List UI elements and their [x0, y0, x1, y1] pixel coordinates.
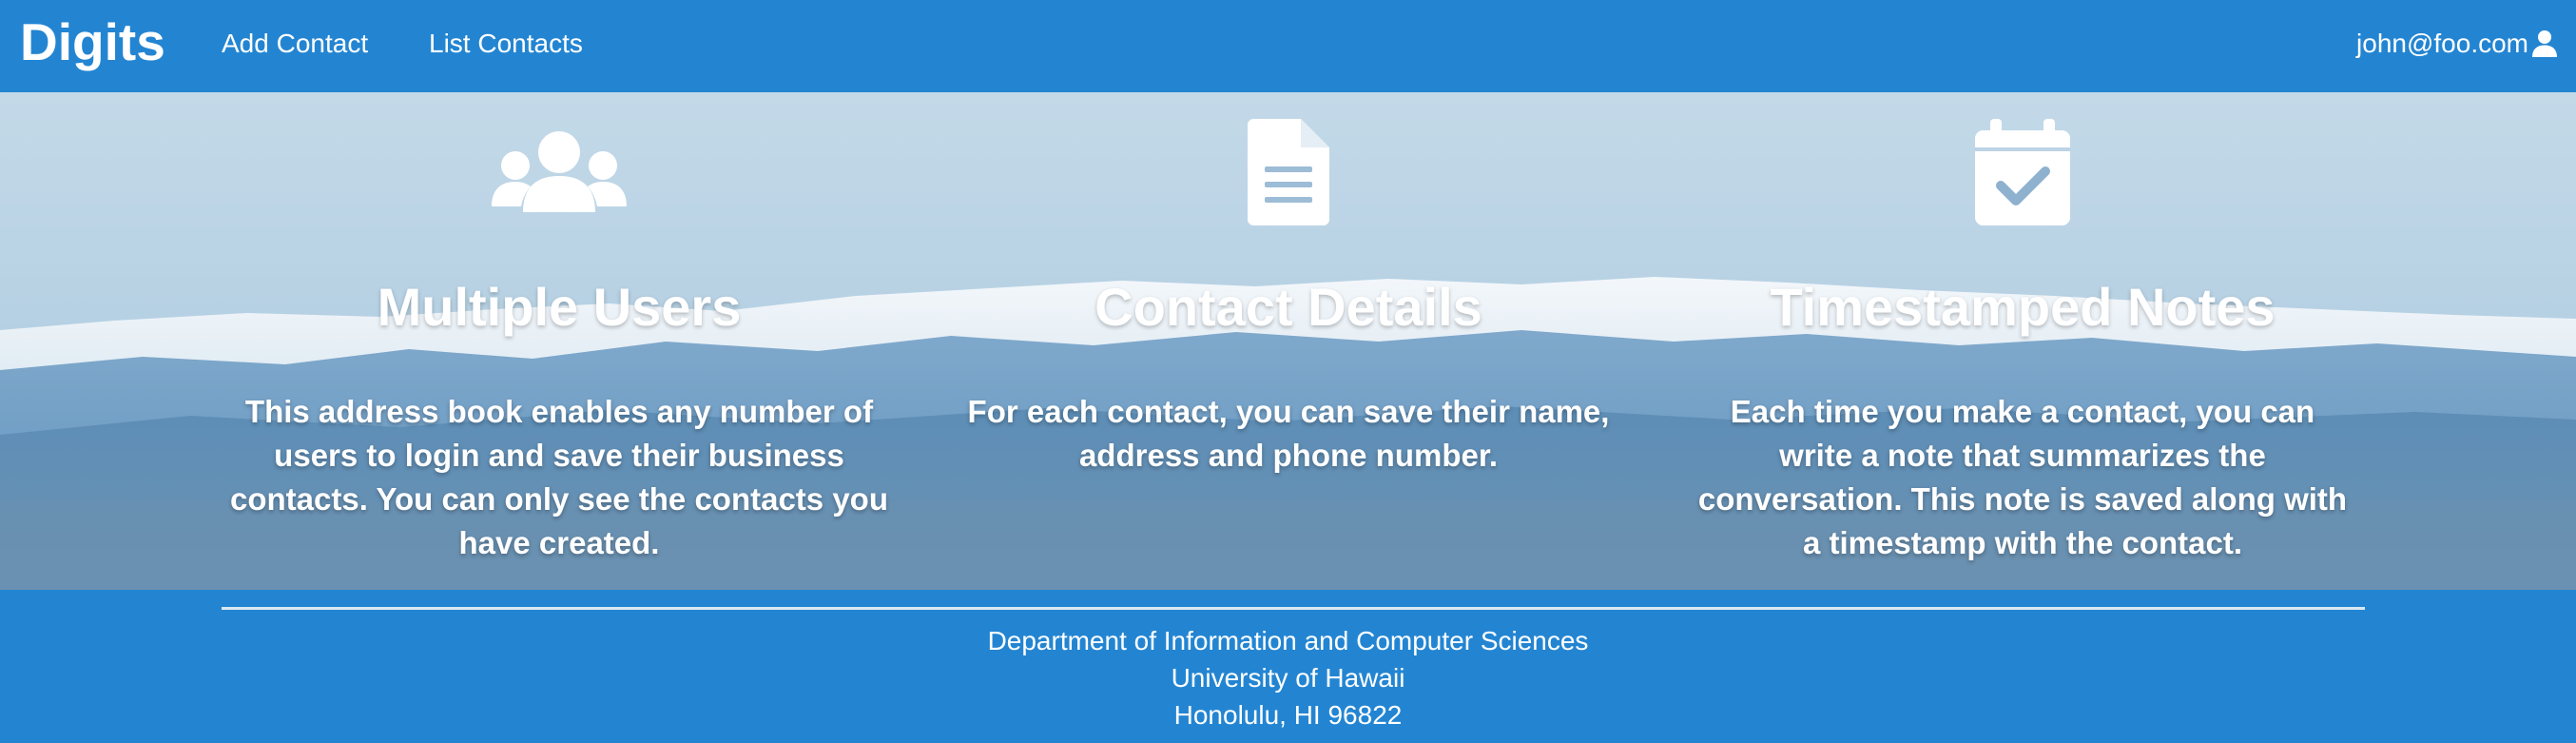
nav-list-contacts[interactable]: List Contacts [429, 27, 583, 61]
footer-divider [222, 607, 2365, 610]
feature-title: Multiple Users [377, 277, 742, 337]
feature-text: Each time you make a contact, you can wr… [1697, 394, 2348, 560]
feature-title: Contact Details [1094, 277, 1482, 337]
footer-line: Department of Information and Computer S… [987, 626, 1589, 655]
feature-multiple-users: Multiple Users This address book enables… [226, 92, 892, 590]
feature-timestamped-notes: Timestamped Notes Each time you make a c… [1690, 92, 2355, 590]
users-icon [492, 131, 627, 212]
feature-text: For each contact, you can save their nam… [967, 394, 1610, 473]
user-email: john@foo.com [2356, 29, 2528, 58]
feature-text: This address book enables any number of … [230, 394, 888, 560]
feature-contact-details: Contact Details For each contact, you ca… [956, 92, 1621, 590]
nav-add-contact[interactable]: Add Contact [222, 27, 368, 61]
footer: Department of Information and Computer S… [0, 590, 2576, 743]
file-text-icon [1248, 119, 1329, 225]
user-menu[interactable]: john@foo.com [2356, 27, 2559, 61]
user-icon [2530, 29, 2559, 58]
brand-link[interactable]: Digits [20, 10, 165, 74]
footer-address: Department of Information and Computer S… [0, 622, 2576, 733]
navbar: Digits Add Contact List Contacts john@fo… [0, 0, 2576, 92]
footer-line: Honolulu, HI 96822 [1173, 700, 1403, 730]
footer-line: University of Hawaii [1171, 663, 1405, 693]
hero-section: Multiple Users This address book enables… [0, 92, 2576, 590]
feature-title: Timestamped Notes [1770, 277, 2276, 337]
calendar-check-icon [1975, 119, 2070, 225]
